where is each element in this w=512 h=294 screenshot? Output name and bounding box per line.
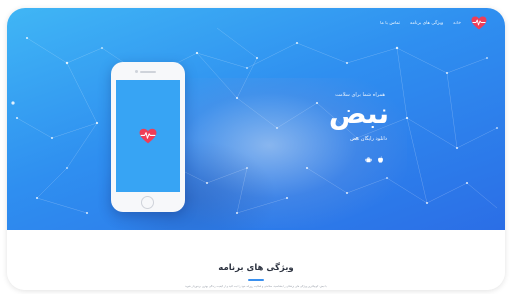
constellation-network <box>11 27 498 214</box>
nav-item-features[interactable]: ویژگی های برنامه <box>410 21 443 26</box>
hero-title: نبض <box>328 97 389 130</box>
features-title-underline <box>248 279 264 281</box>
phone-mockup <box>111 62 185 212</box>
apple-icon[interactable] <box>377 148 384 163</box>
heart-pulse-icon[interactable] <box>471 16 487 30</box>
features-title: ویژگی های برنامه <box>218 263 294 273</box>
hero-download-link[interactable]: دانلود رایگان نبض <box>350 136 387 142</box>
phone-screen <box>116 80 180 192</box>
store-icons <box>365 148 384 163</box>
features-description: با نبض، کوچکترین ویژگی های پزشکی را بشنا… <box>185 285 327 288</box>
browser-frame: تماس با ما ویژگی های برنامه خانه همراه ش… <box>7 8 505 290</box>
phone-home-button <box>141 196 154 209</box>
phone-speaker <box>140 71 156 73</box>
hero-section: تماس با ما ویژگی های برنامه خانه همراه ش… <box>7 8 505 230</box>
android-icon[interactable] <box>365 148 372 163</box>
nav-item-contact[interactable]: تماس با ما <box>380 21 400 26</box>
features-section: ویژگی های برنامه با نبض، کوچکترین ویژگی … <box>7 230 505 290</box>
top-nav: تماس با ما ویژگی های برنامه خانه <box>380 14 487 32</box>
phone-camera <box>135 70 138 73</box>
heart-pulse-icon <box>139 128 157 144</box>
nav-item-home[interactable]: خانه <box>453 21 461 26</box>
